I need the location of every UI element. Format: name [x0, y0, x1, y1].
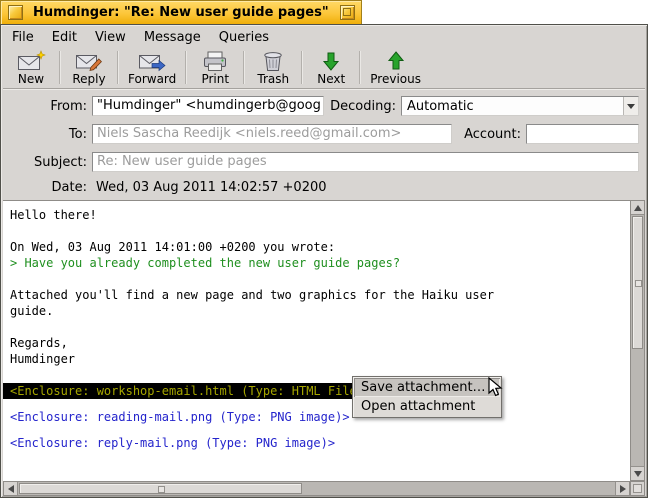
message-body[interactable]: Hello there! On Wed, 03 Aug 2011 14:01:00… — [3, 200, 630, 481]
decoding-label: Decoding: — [328, 98, 396, 116]
body-text-line: Humdinger — [3, 351, 630, 367]
subject-field[interactable]: Re: New user guide pages — [92, 152, 639, 172]
menu-bar: File Edit View Message Queries — [3, 27, 645, 47]
previous-arrow-icon — [381, 50, 411, 72]
trash-button-label: Trash — [257, 73, 289, 86]
decoding-dropdown[interactable]: Automatic — [401, 96, 639, 116]
enclosure-line[interactable]: <Enclosure: workshop-email.html (Type: H… — [3, 383, 630, 399]
zoom-button[interactable] — [340, 5, 355, 20]
previous-button-label: Previous — [370, 73, 421, 86]
body-text-line — [3, 223, 630, 239]
trash-button[interactable]: Trash — [245, 47, 301, 88]
date-value: Wed, 03 Aug 2011 14:02:57 +0200 — [96, 179, 327, 197]
menu-message[interactable]: Message — [135, 28, 210, 47]
account-label: Account: — [455, 126, 521, 144]
attachment-context-menu: Save attachment… Open attachment — [352, 376, 502, 418]
body-text-line: On Wed, 03 Aug 2011 14:01:00 +0200 you w… — [3, 239, 630, 255]
scroll-up-icon[interactable] — [631, 201, 644, 215]
vertical-scrollbar-thumb[interactable] — [632, 216, 643, 349]
to-field[interactable]: Niels Sascha Reedijk <niels.reed@gmail.c… — [92, 124, 452, 144]
scroll-right-icon[interactable] — [615, 482, 629, 495]
next-button-label: Next — [317, 73, 345, 86]
body-text-line: > Have you already completed the new use… — [3, 255, 630, 271]
body-text-line: Regards, — [3, 335, 630, 351]
body-text-line — [3, 271, 630, 287]
forward-button[interactable]: Forward — [119, 47, 185, 88]
scroll-down-icon[interactable] — [631, 466, 644, 480]
window-title-tab[interactable]: Humdinger: "Re: New user guide pages" — [0, 0, 362, 24]
next-arrow-icon — [316, 50, 346, 72]
body-text-line — [3, 425, 630, 435]
mouse-cursor-icon — [487, 377, 507, 397]
resize-corner[interactable] — [630, 481, 645, 496]
next-button[interactable]: Next — [303, 47, 359, 88]
body-text-line — [3, 319, 630, 335]
scroll-left-icon[interactable] — [4, 482, 18, 495]
previous-button[interactable]: Previous — [361, 47, 430, 88]
enclosure-line[interactable]: <Enclosure: reading-mail.png (Type: PNG … — [3, 409, 630, 425]
toolbar: New Reply Forward — [3, 47, 645, 89]
dropdown-arrow-icon — [623, 97, 638, 115]
horizontal-scrollbar[interactable] — [3, 481, 630, 496]
menu-edit[interactable]: Edit — [43, 28, 86, 47]
menu-view[interactable]: View — [86, 28, 135, 47]
trash-icon — [258, 50, 288, 72]
new-message-icon — [16, 50, 46, 72]
decoding-value: Automatic — [402, 99, 623, 114]
body-text-line: guide. — [3, 303, 630, 319]
print-button-label: Print — [201, 73, 229, 86]
print-button[interactable]: Print — [187, 47, 243, 88]
reply-icon — [74, 50, 104, 72]
menu-item-open-attachment[interactable]: Open attachment — [354, 397, 500, 416]
menu-file[interactable]: File — [3, 28, 43, 47]
forward-button-label: Forward — [128, 73, 176, 86]
from-field[interactable]: "Humdinger" <humdingerb@goog — [92, 96, 324, 116]
account-field[interactable] — [526, 124, 639, 144]
enclosure-line[interactable]: <Enclosure: reply-mail.png (Type: PNG im… — [3, 435, 630, 451]
desktop: Humdinger: "Re: New user guide pages" Fi… — [0, 0, 648, 498]
menu-item-save-attachment[interactable]: Save attachment… — [354, 378, 500, 397]
date-label: Date: — [3, 179, 87, 197]
body-text-line — [3, 399, 630, 409]
to-label: To: — [3, 126, 87, 144]
new-button-label: New — [18, 73, 44, 86]
forward-icon — [137, 50, 167, 72]
message-headers: From: "Humdinger" <humdingerb@goog Decod… — [3, 89, 645, 200]
message-body-text: Hello there! On Wed, 03 Aug 2011 14:01:00… — [3, 201, 630, 451]
reply-button[interactable]: Reply — [61, 47, 117, 88]
horizontal-scrollbar-thumb[interactable] — [19, 483, 302, 494]
menu-queries[interactable]: Queries — [210, 28, 278, 47]
window-title: Humdinger: "Re: New user guide pages" — [33, 5, 329, 20]
subject-label: Subject: — [3, 154, 87, 172]
body-text-line: Hello there! — [3, 207, 630, 223]
new-button[interactable]: New — [3, 47, 59, 88]
close-button[interactable] — [8, 5, 23, 20]
mail-window: File Edit View Message Queries New — [0, 24, 648, 498]
reply-button-label: Reply — [72, 73, 105, 86]
body-text-line — [3, 367, 630, 383]
from-label: From: — [3, 98, 87, 116]
body-text-line: Attached you'll find a new page and two … — [3, 287, 630, 303]
vertical-scrollbar[interactable] — [630, 200, 645, 481]
print-icon — [200, 50, 230, 72]
